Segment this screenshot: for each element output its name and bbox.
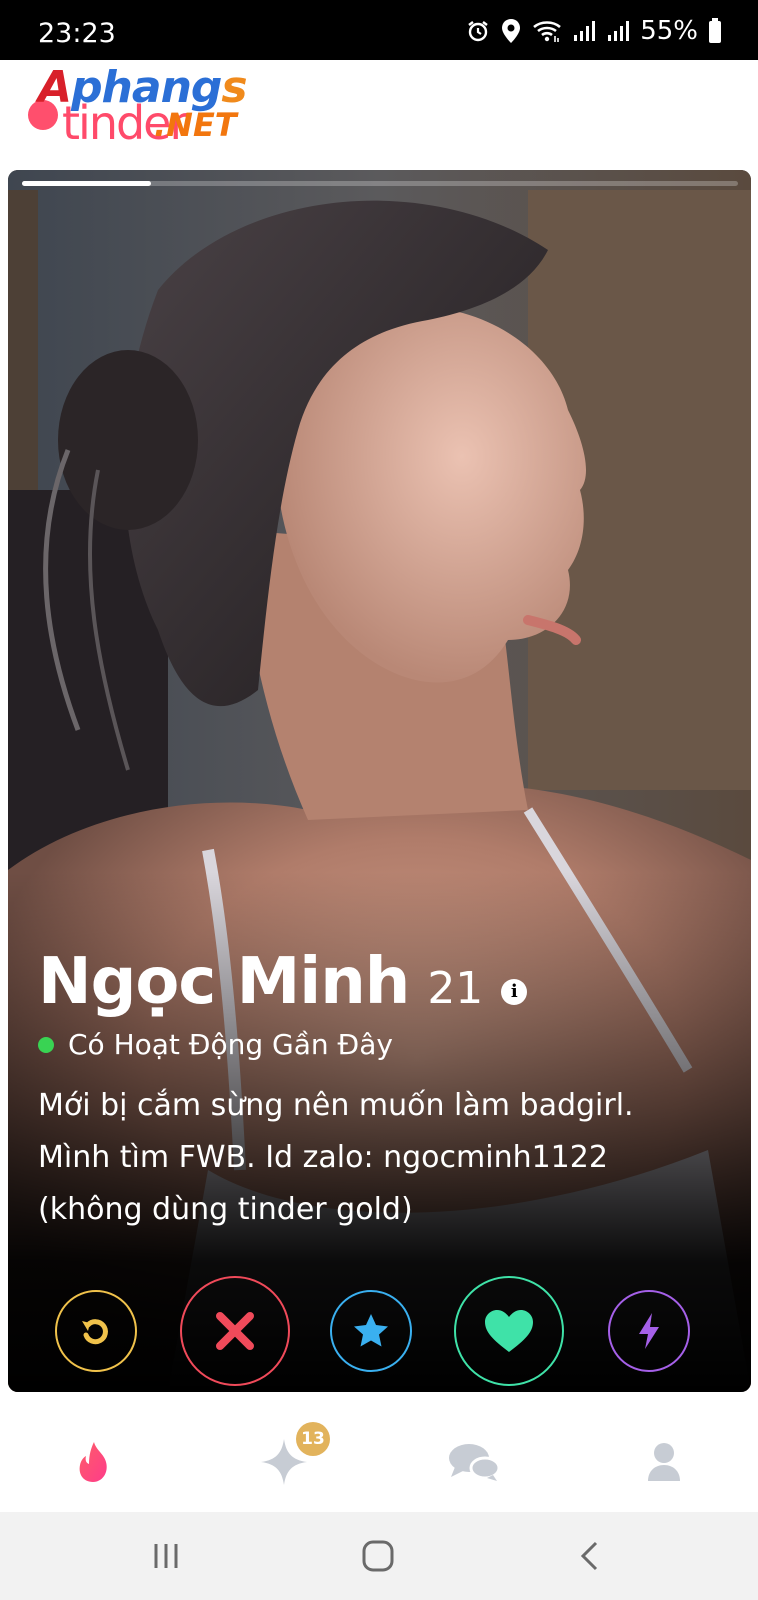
status-bar: 23:23 55% bbox=[0, 0, 758, 60]
active-dot bbox=[38, 1036, 54, 1053]
rewind-button[interactable] bbox=[55, 1290, 137, 1372]
nav-messages[interactable] bbox=[444, 1432, 504, 1492]
recents-icon bbox=[154, 1544, 178, 1568]
bio-line: Mới bị cắm sừng nên muốn làm badgirl. bbox=[38, 1088, 634, 1123]
boost-button[interactable] bbox=[608, 1290, 690, 1372]
bottom-nav: 13 bbox=[0, 1408, 758, 1512]
status-time: 23:23 bbox=[38, 18, 116, 49]
heart-icon bbox=[485, 1310, 533, 1352]
back-icon bbox=[580, 1541, 598, 1571]
photo-progress-fill bbox=[22, 181, 151, 186]
site-logo: Aphangs tinder .NET bbox=[28, 62, 268, 150]
photo-progress bbox=[22, 181, 738, 186]
logo-suffix: .NET bbox=[154, 106, 237, 144]
status-icons: 55% bbox=[466, 16, 722, 46]
back-button[interactable] bbox=[565, 1534, 615, 1578]
nav-discover[interactable] bbox=[64, 1432, 124, 1492]
home-icon bbox=[362, 1540, 394, 1572]
notification-badge: 13 bbox=[296, 1422, 330, 1456]
star-icon bbox=[354, 1314, 388, 1347]
info-icon[interactable]: i bbox=[501, 978, 528, 1005]
rewind-icon bbox=[82, 1319, 108, 1345]
recents-button[interactable] bbox=[141, 1534, 191, 1578]
wifi-icon bbox=[533, 21, 562, 42]
bio-line: Mình tìm FWB. Id zalo: ngocminh1122 bbox=[38, 1140, 608, 1175]
active-status-text: Có Hoạt Động Gần Đây bbox=[68, 1028, 393, 1061]
battery-percent: 55% bbox=[640, 16, 698, 46]
profile-bio: Mới bị cắm sừng nên muốn làm badgirl. Mì… bbox=[38, 1080, 718, 1236]
profile-name-row: Ngọc Minh 21 i bbox=[38, 945, 528, 1019]
alarm-icon bbox=[468, 21, 488, 42]
signal-icon bbox=[574, 21, 596, 41]
profile-card[interactable]: Ngọc Minh 21 i Có Hoạt Động Gần Đây Mới … bbox=[8, 170, 751, 1392]
profile-age: 21 bbox=[427, 963, 484, 1014]
lightning-icon bbox=[639, 1313, 659, 1349]
system-nav bbox=[0, 1512, 758, 1600]
action-bar bbox=[8, 1268, 751, 1388]
bio-line: (không dùng tinder gold) bbox=[38, 1192, 413, 1227]
battery-icon bbox=[709, 18, 721, 43]
profile-icon bbox=[648, 1443, 680, 1481]
active-status: Có Hoạt Động Gần Đây bbox=[38, 1028, 393, 1061]
nav-profile[interactable] bbox=[634, 1432, 694, 1492]
chat-icon bbox=[449, 1444, 501, 1481]
close-icon bbox=[216, 1312, 254, 1350]
nope-button[interactable] bbox=[180, 1276, 290, 1386]
signal-icon bbox=[608, 21, 630, 41]
location-icon bbox=[502, 19, 521, 43]
home-button[interactable] bbox=[353, 1534, 403, 1578]
flame-icon bbox=[79, 1442, 107, 1482]
like-button[interactable] bbox=[454, 1276, 564, 1386]
profile-name: Ngọc Minh bbox=[38, 945, 410, 1019]
super-like-button[interactable] bbox=[330, 1290, 412, 1372]
